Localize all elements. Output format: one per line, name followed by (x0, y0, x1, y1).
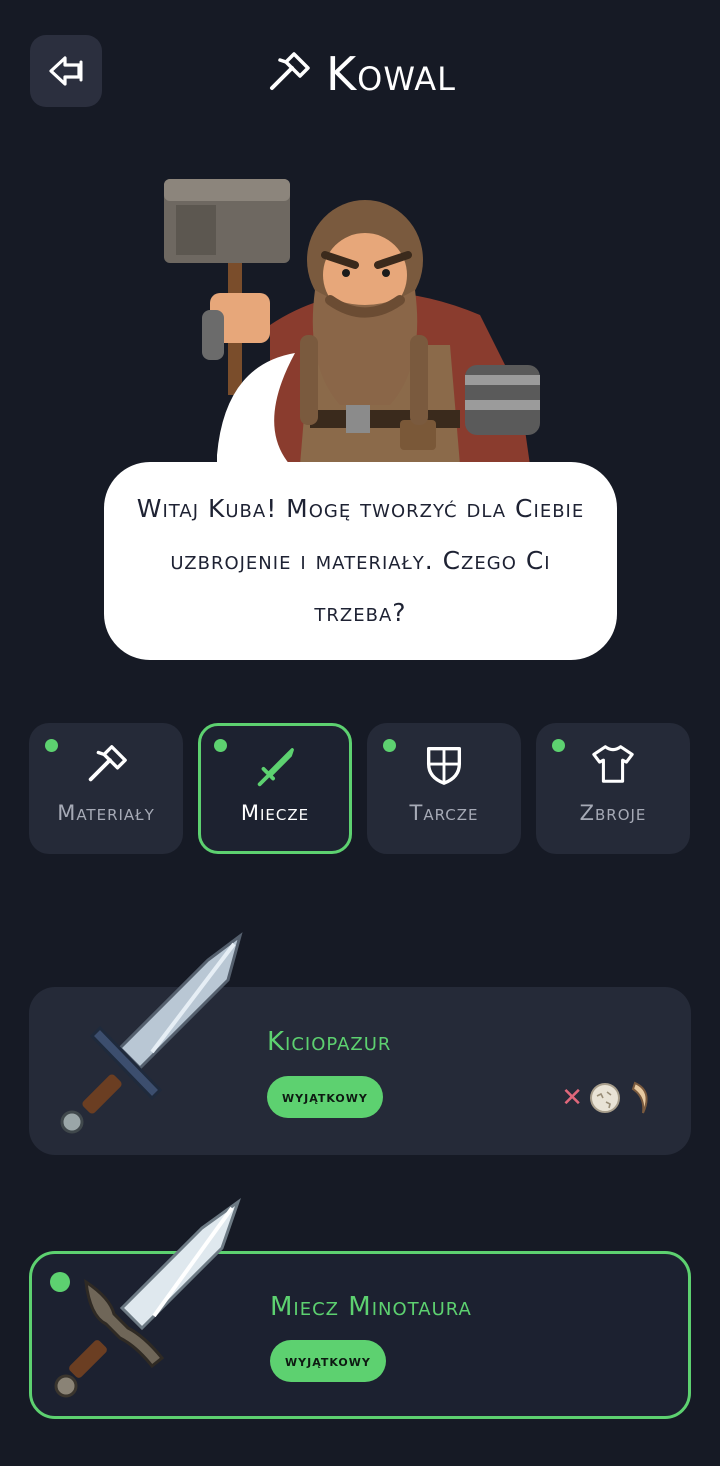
tab-label: Miecze (240, 801, 310, 825)
page-title-text: Kowal (326, 47, 456, 101)
speech-bubble: Witaj Kuba! Mogę tworzyć dla Ciebie uzbr… (104, 462, 617, 660)
miecz-minotaura-sword-image (54, 1198, 241, 1398)
sword-icon (257, 748, 294, 787)
page-title: Kowal (0, 42, 720, 106)
tab-swords[interactable]: Miecze (198, 723, 352, 854)
dialog-text: Witaj Kuba! Mogę tworzyć dla Ciebie uzbr… (136, 494, 585, 627)
egg-icon (590, 1083, 620, 1113)
hammer-icon (88, 745, 127, 782)
hammer-icon (270, 52, 310, 90)
claw-icon (631, 1081, 648, 1114)
kiciopazur-sword-image (60, 932, 243, 1134)
shield-icon (426, 746, 462, 785)
requirements: ✕ (561, 1081, 655, 1115)
item-name: Miecz Minotaura (270, 1292, 472, 1322)
tab-materials[interactable]: Materiały (29, 723, 183, 854)
rarity-badge: wyjątkowy (270, 1340, 386, 1382)
rarity-badge: wyjątkowy (267, 1076, 383, 1118)
tab-label: Materiały (57, 801, 155, 825)
tab-label: Tarcze (409, 801, 479, 825)
missing-x-icon: ✕ (561, 1083, 583, 1113)
item-name: Kiciopazur (267, 1027, 392, 1057)
tab-shields[interactable]: Tarcze (367, 723, 521, 854)
shirt-icon (592, 745, 634, 783)
tab-armors[interactable]: Zbroje (536, 723, 690, 854)
tab-label: Zbroje (579, 801, 647, 825)
